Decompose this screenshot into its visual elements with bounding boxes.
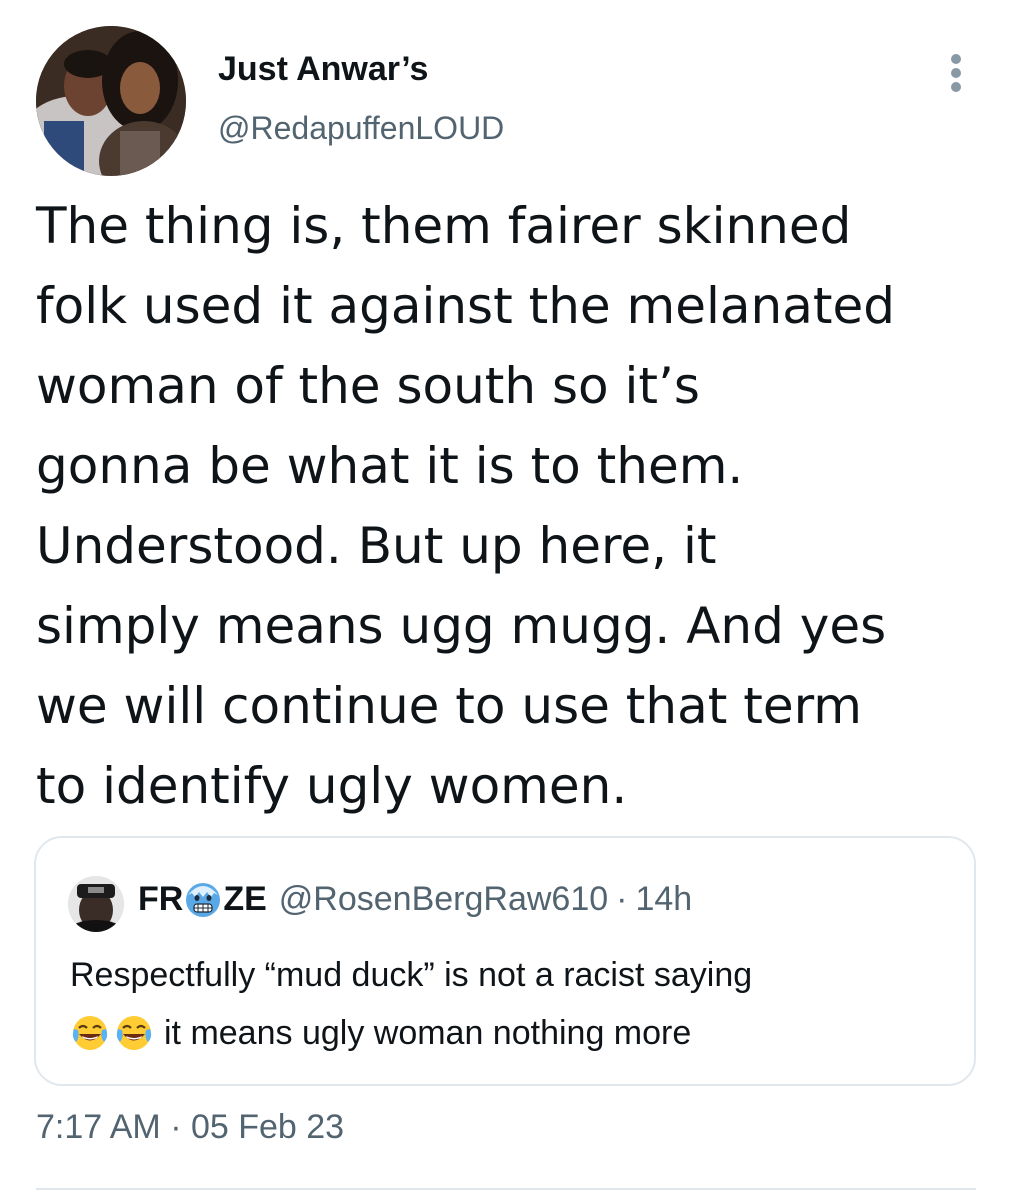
quoted-author-name[interactable]: FR ZE [138, 880, 267, 919]
quoted-tweet-header: FR ZE @RosenBergRaw610 · 14h [138, 880, 692, 919]
author-display-name[interactable]: Just Anwar’s [218, 50, 428, 89]
quoted-text-line1: Respectfully “mud duck” is not a racist … [70, 956, 753, 994]
author-avatar[interactable] [36, 26, 186, 176]
quoted-text-line2: it means ugly woman nothing more [164, 1014, 692, 1052]
cold-face-icon [186, 882, 221, 917]
tweet: Just Anwar’s @RedapuffenLOUD The thing i… [0, 0, 1012, 1200]
author-handle[interactable]: @RedapuffenLOUD [218, 110, 504, 147]
quoted-text-line2-wrap: it means ugly woman nothing more [70, 1004, 960, 1062]
more-dot [951, 82, 961, 92]
quoted-timestamp[interactable]: 14h [635, 880, 692, 919]
more-dot [951, 54, 961, 64]
face-with-tears-of-joy-icon [116, 1016, 152, 1050]
divider [36, 1188, 976, 1190]
quoted-tweet-text: Respectfully “mud duck” is not a racist … [70, 946, 960, 1062]
quoted-tweet-card[interactable]: FR ZE @RosenBergRaw610 · 14h Respectfull… [34, 836, 976, 1086]
tweet-timestamp[interactable]: 7:17 AM · 05 Feb 23 [36, 1108, 344, 1147]
quoted-author-handle[interactable]: @RosenBergRaw610 [279, 880, 608, 919]
separator-dot: · [616, 880, 628, 918]
quoted-author-avatar[interactable] [68, 876, 124, 932]
more-options-button[interactable] [936, 46, 976, 96]
face-with-tears-of-joy-icon [72, 1016, 108, 1050]
quoted-name-part2: ZE [223, 880, 267, 918]
tweet-text: The thing is, them fairer skinned folk u… [36, 197, 895, 815]
more-dot [951, 68, 961, 78]
quoted-name-part1: FR [138, 880, 184, 918]
